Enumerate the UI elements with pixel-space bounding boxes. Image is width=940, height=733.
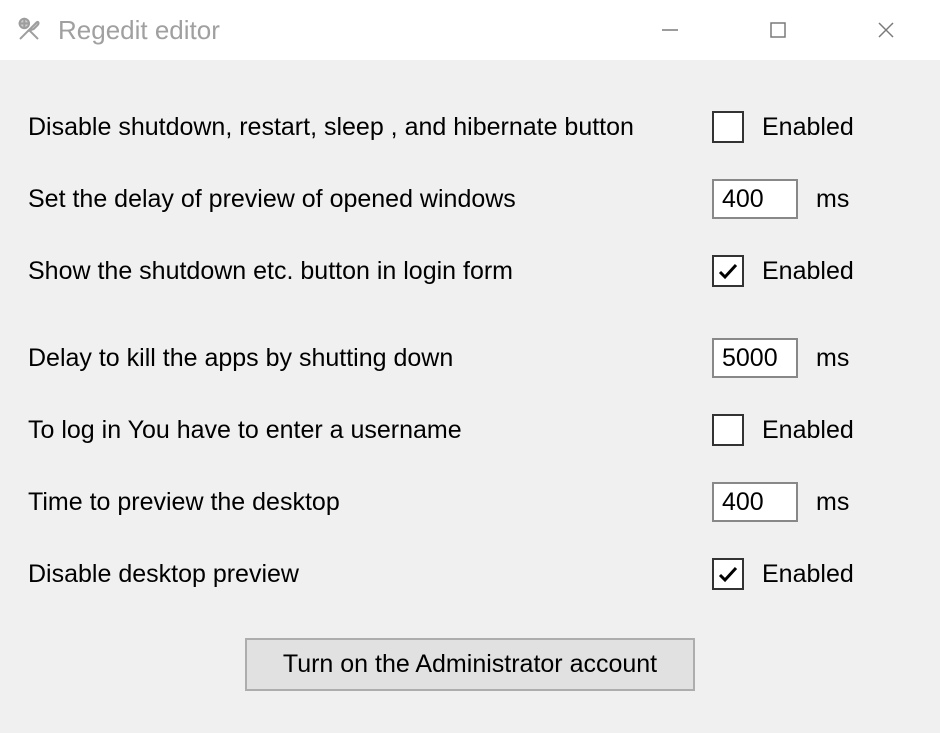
setting-label: Delay to kill the apps by shutting down <box>28 344 712 373</box>
setting-label: To log in You have to enter a username <box>28 416 712 445</box>
setting-label: Disable desktop preview <box>28 560 712 589</box>
disable-desktop-preview-checkbox[interactable] <box>712 558 744 590</box>
require-username-checkbox[interactable] <box>712 414 744 446</box>
minimize-button[interactable] <box>616 0 724 60</box>
content-area: Disable shutdown, restart, sleep , and h… <box>0 61 940 733</box>
setting-label: Disable shutdown, restart, sleep , and h… <box>28 113 712 142</box>
maximize-icon <box>767 19 789 41</box>
setting-label: Time to preview the desktop <box>28 488 712 517</box>
button-row: Turn on the Administrator account <box>28 638 912 691</box>
close-button[interactable] <box>832 0 940 60</box>
check-icon <box>716 259 740 283</box>
enabled-label: Enabled <box>762 113 854 142</box>
setting-row: Show the shutdown etc. button in login f… <box>28 235 912 307</box>
show-shutdown-login-checkbox[interactable] <box>712 255 744 287</box>
preview-delay-input[interactable] <box>712 179 798 219</box>
titlebar: Regedit editor <box>0 0 940 61</box>
enabled-label: Enabled <box>762 560 854 589</box>
setting-row: To log in You have to enter a username E… <box>28 394 912 466</box>
unit-label: ms <box>816 185 849 214</box>
enabled-label: Enabled <box>762 416 854 445</box>
setting-control: Enabled <box>712 414 912 446</box>
desktop-preview-time-input[interactable] <box>712 482 798 522</box>
disable-shutdown-checkbox[interactable] <box>712 111 744 143</box>
setting-row: Time to preview the desktop ms <box>28 466 912 538</box>
kill-apps-delay-input[interactable] <box>712 338 798 378</box>
setting-control: ms <box>712 482 912 522</box>
window-title: Regedit editor <box>58 15 616 46</box>
enabled-label: Enabled <box>762 257 854 286</box>
maximize-button[interactable] <box>724 0 832 60</box>
setting-control: Enabled <box>712 558 912 590</box>
check-icon <box>716 562 740 586</box>
setting-row: Disable desktop preview Enabled <box>28 538 912 610</box>
admin-account-button[interactable]: Turn on the Administrator account <box>245 638 695 691</box>
setting-label: Show the shutdown etc. button in login f… <box>28 257 712 286</box>
app-icon <box>14 15 44 45</box>
setting-label: Set the delay of preview of opened windo… <box>28 185 712 214</box>
setting-control: ms <box>712 338 912 378</box>
setting-row: Delay to kill the apps by shutting down … <box>28 322 912 394</box>
window-controls <box>616 0 940 60</box>
close-icon <box>875 19 897 41</box>
unit-label: ms <box>816 344 849 373</box>
setting-control: Enabled <box>712 111 912 143</box>
setting-row: Set the delay of preview of opened windo… <box>28 163 912 235</box>
unit-label: ms <box>816 488 849 517</box>
setting-row: Disable shutdown, restart, sleep , and h… <box>28 91 912 163</box>
setting-control: Enabled <box>712 255 912 287</box>
minimize-icon <box>659 19 681 41</box>
app-window: Regedit editor Disable shu <box>0 0 940 733</box>
setting-control: ms <box>712 179 912 219</box>
